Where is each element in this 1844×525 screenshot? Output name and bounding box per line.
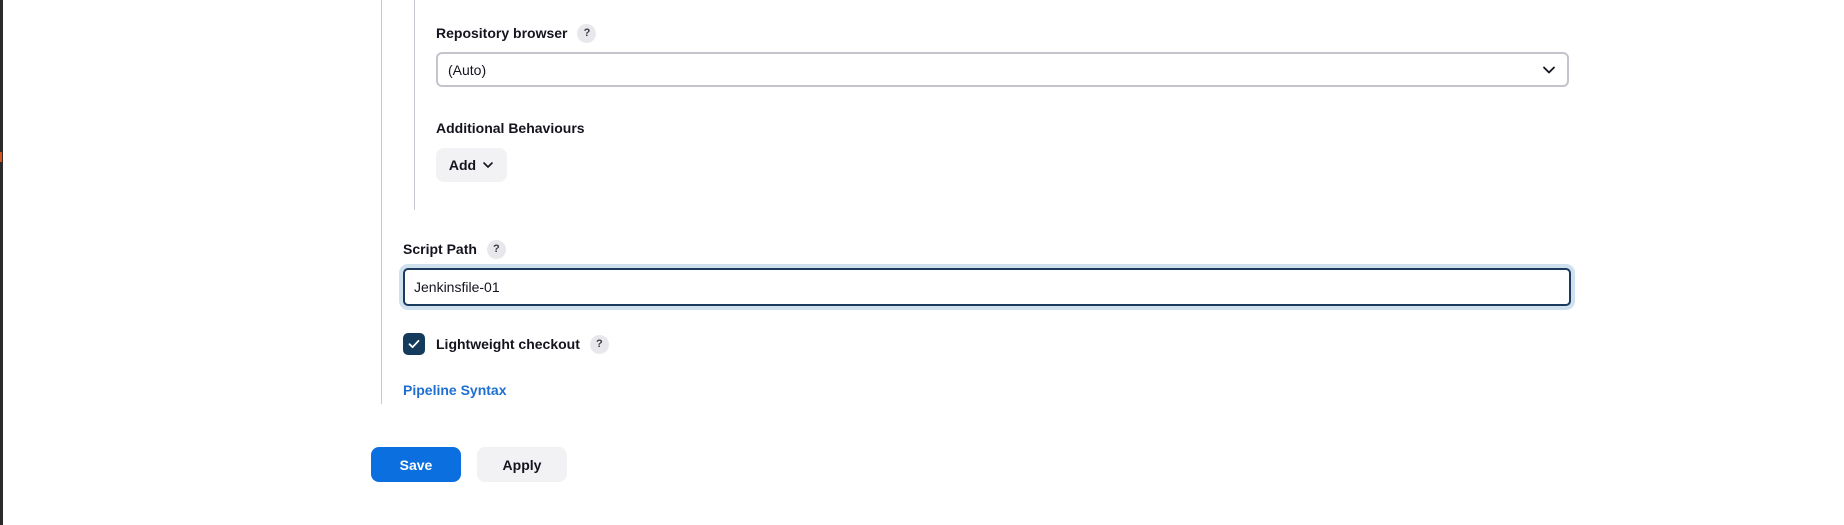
script-path-label-text: Script Path	[403, 241, 477, 257]
pipeline-syntax-link[interactable]: Pipeline Syntax	[403, 382, 506, 398]
additional-behaviours-label-text: Additional Behaviours	[436, 120, 585, 136]
lightweight-checkout-label: Lightweight checkout	[436, 336, 580, 352]
chevron-down-icon	[1541, 62, 1557, 78]
repository-browser-help-icon[interactable]: ?	[577, 23, 597, 43]
lightweight-checkout-help-icon[interactable]: ?	[589, 334, 609, 354]
add-behaviour-button-label: Add	[448, 157, 477, 173]
lightweight-checkout-row: Lightweight checkout ?	[403, 333, 609, 355]
save-button[interactable]: Save	[371, 447, 461, 482]
window-edge-marker	[0, 152, 2, 162]
apply-button[interactable]: Apply	[477, 447, 567, 482]
repository-browser-label-text: Repository browser	[436, 25, 568, 41]
repository-browser-selected-value: (Auto)	[448, 61, 487, 78]
chevron-down-icon	[482, 159, 494, 171]
check-icon	[408, 339, 420, 349]
lightweight-checkout-checkbox[interactable]	[403, 333, 425, 355]
repository-browser-label: Repository browser ?	[436, 22, 597, 44]
window-left-edge	[0, 0, 3, 525]
section-rail-inner	[414, 0, 415, 210]
script-path-help-icon[interactable]: ?	[486, 239, 506, 259]
repository-browser-select[interactable]: (Auto)	[436, 52, 1569, 87]
script-path-input[interactable]	[403, 268, 1571, 306]
add-behaviour-button[interactable]: Add	[436, 148, 507, 182]
section-rail-outer	[381, 0, 382, 404]
script-path-label: Script Path ?	[403, 238, 506, 260]
additional-behaviours-label: Additional Behaviours	[436, 117, 585, 139]
